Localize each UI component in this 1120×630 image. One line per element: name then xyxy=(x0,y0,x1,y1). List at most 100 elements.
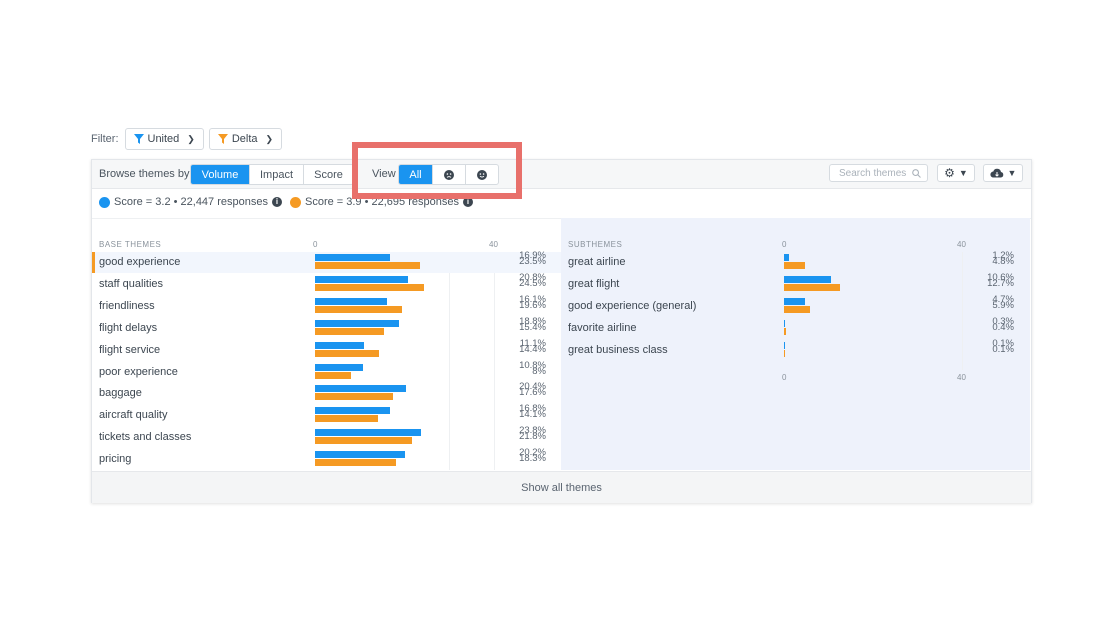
value-series-b: 21.8% xyxy=(519,431,546,443)
base-axis-tick-40: 40 xyxy=(489,240,498,249)
series-b-dot xyxy=(289,196,301,208)
chevron-down-icon: ❯ xyxy=(265,133,274,144)
bar-series-a[interactable] xyxy=(315,341,365,349)
browse-segmented-control: Volume Impact Score xyxy=(190,164,354,185)
bar-series-a[interactable] xyxy=(315,385,406,393)
theme-label[interactable]: flight delays xyxy=(99,322,157,334)
bar-series-b[interactable] xyxy=(784,262,806,269)
bar-series-b[interactable] xyxy=(315,415,378,423)
chevron-down-icon: ▼ xyxy=(958,168,968,178)
bar-series-b[interactable] xyxy=(315,349,380,357)
browse-volume-button[interactable]: Volume xyxy=(191,165,250,184)
bar-series-b[interactable] xyxy=(784,305,810,313)
bar-series-a[interactable] xyxy=(315,297,387,305)
theme-label[interactable]: baggage xyxy=(99,387,142,399)
theme-label[interactable]: great business class xyxy=(568,344,668,356)
browse-score-button[interactable]: Score xyxy=(304,165,353,184)
bar-series-a[interactable] xyxy=(784,254,790,261)
value-series-b: 23.5% xyxy=(519,256,546,267)
bar-series-a[interactable] xyxy=(784,297,805,305)
bar-series-b[interactable] xyxy=(784,283,840,291)
panel-toolbar: Browse themes by Volume Impact Score Vie… xyxy=(92,160,1031,189)
chevron-down-icon: ▼ xyxy=(1007,168,1017,178)
theme-label[interactable]: pricing xyxy=(99,453,131,465)
value-series-b: 12.7% xyxy=(987,277,1014,289)
theme-label[interactable]: staff qualities xyxy=(99,278,163,290)
search-placeholder: Search themes xyxy=(839,167,907,179)
theme-label[interactable]: good experience xyxy=(99,256,180,268)
show-all-themes-button[interactable]: Show all themes xyxy=(92,471,1031,503)
download-button[interactable]: ▼ xyxy=(983,164,1023,182)
gear-icon: ⚙ xyxy=(944,166,955,180)
themes-panel: Browse themes by Volume Impact Score Vie… xyxy=(91,159,1032,503)
bar-series-a[interactable] xyxy=(315,254,391,261)
theme-label[interactable]: flight service xyxy=(99,344,160,356)
selected-row-marker xyxy=(92,252,95,273)
info-icon[interactable]: i xyxy=(271,197,282,207)
theme-label[interactable]: friendliness xyxy=(99,300,155,312)
bar-series-a[interactable] xyxy=(784,319,786,327)
filter-chip-label: United xyxy=(147,133,180,145)
filter-label: Filter: xyxy=(91,133,119,145)
sub-axis-tick-0: 0 xyxy=(782,240,787,249)
bar-series-a[interactable] xyxy=(315,429,421,437)
theme-label[interactable]: good experience (general) xyxy=(568,300,696,312)
bar-series-b[interactable] xyxy=(784,349,785,357)
bar-series-b[interactable] xyxy=(315,371,351,379)
theme-label[interactable]: great flight xyxy=(568,278,619,290)
value-series-b: 14.4% xyxy=(519,343,546,355)
theme-label[interactable]: great airline xyxy=(568,256,625,268)
value-series-b: 5.9% xyxy=(992,299,1014,311)
series-a-legend-text: Score = 3.2 • 22,447 responses xyxy=(114,196,268,208)
bar-series-b[interactable] xyxy=(315,393,394,401)
theme-label[interactable]: tickets and classes xyxy=(99,431,191,443)
bar-series-b[interactable] xyxy=(315,283,425,291)
bar-series-a[interactable] xyxy=(315,319,399,327)
value-series-b: 4.8% xyxy=(992,256,1014,267)
sub-axis-tick-40: 40 xyxy=(957,240,966,249)
sub-axis-bottom-tick-0: 0 xyxy=(782,373,787,382)
search-input[interactable]: Search themes xyxy=(829,164,928,182)
bar-series-a[interactable] xyxy=(784,341,785,349)
filter-chip-united[interactable]: United ❯ xyxy=(124,128,204,150)
sub-axis-bottom-tick-40: 40 xyxy=(957,373,966,382)
gridline xyxy=(962,252,963,370)
browse-label: Browse themes by xyxy=(99,168,190,180)
series-a-dot xyxy=(99,196,110,208)
theme-label[interactable]: aircraft quality xyxy=(99,409,167,421)
value-series-b: 17.6% xyxy=(519,387,546,399)
value-series-b: 0.1% xyxy=(992,343,1014,355)
bar-series-b[interactable] xyxy=(315,437,412,445)
cloud-download-icon xyxy=(989,168,1003,178)
filter-bar: Filter: United ❯ Delta ❯ xyxy=(91,128,283,150)
theme-label[interactable]: favorite airline xyxy=(568,322,636,334)
value-series-b: 24.5% xyxy=(519,277,546,289)
highlight-annotation xyxy=(352,142,522,199)
search-icon xyxy=(912,169,921,178)
bar-series-a[interactable] xyxy=(315,451,405,459)
theme-label[interactable]: poor experience xyxy=(99,366,178,378)
bar-series-b[interactable] xyxy=(315,459,397,467)
browse-impact-button[interactable]: Impact xyxy=(250,165,304,184)
bar-series-a[interactable] xyxy=(315,363,364,371)
bar-series-b[interactable] xyxy=(315,305,403,313)
chevron-down-icon: ❯ xyxy=(187,133,195,144)
value-series-b: 19.6% xyxy=(519,299,546,311)
filter-chip-delta[interactable]: Delta ❯ xyxy=(208,128,283,150)
value-series-b: 8% xyxy=(532,365,546,377)
base-themes-header: BASE THEMES xyxy=(99,240,162,249)
value-series-b: 18.3% xyxy=(519,453,546,465)
bar-series-a[interactable] xyxy=(315,407,390,415)
bar-series-a[interactable] xyxy=(315,275,408,283)
funnel-icon xyxy=(217,134,228,144)
bar-series-a[interactable] xyxy=(784,275,831,283)
bar-series-b[interactable] xyxy=(315,327,384,335)
filter-chip-label: Delta xyxy=(231,133,258,145)
settings-button[interactable]: ⚙ ▼ xyxy=(937,164,975,182)
funnel-icon xyxy=(133,134,144,144)
value-series-b: 0.4% xyxy=(992,321,1014,333)
bar-series-b[interactable] xyxy=(315,262,420,269)
bar-series-b[interactable] xyxy=(784,327,786,335)
value-series-b: 14.1% xyxy=(519,409,546,421)
base-axis-tick-0: 0 xyxy=(313,240,318,249)
